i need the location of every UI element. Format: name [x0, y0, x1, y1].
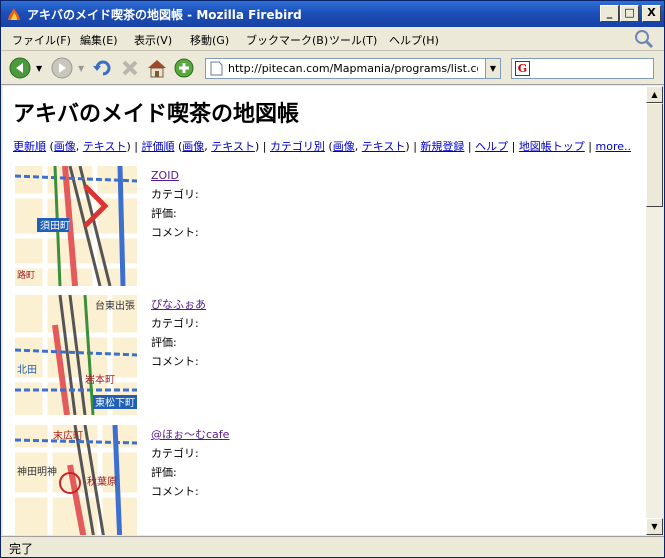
sort-rating-text-link[interactable]: テキスト — [211, 140, 255, 153]
entry-name-link[interactable]: ぴなふぉあ — [151, 298, 206, 311]
menu-bookmarks[interactable]: ブックマーク(B) — [246, 32, 328, 48]
reload-icon[interactable] — [92, 57, 114, 79]
add-bookmark-icon[interactable] — [173, 57, 195, 79]
nav-separator: ) | — [405, 140, 421, 153]
nav-separator: | — [584, 140, 596, 153]
comment-label: コメント: — [151, 226, 199, 239]
back-dropdown-icon[interactable]: ▼ — [36, 64, 42, 73]
nav-separator: ( — [46, 140, 54, 153]
status-bar: 完了 — [1, 536, 664, 557]
map-label: 東松下町 — [95, 396, 135, 409]
more-link[interactable]: more.. — [596, 140, 632, 153]
address-bar[interactable]: ▼ — [205, 58, 501, 79]
scrollbar-thumb[interactable] — [646, 103, 663, 207]
minimize-button[interactable]: _ — [600, 5, 619, 22]
sort-new-text-link[interactable]: テキスト — [83, 140, 127, 153]
back-icon[interactable] — [9, 57, 31, 79]
help-link[interactable]: ヘルプ — [475, 140, 508, 153]
rating-label: 評価: — [151, 466, 177, 479]
entry-info: @ほぉ〜むcafe カテゴリ: 評価: コメント: — [151, 425, 451, 501]
maximize-button[interactable]: □ — [620, 5, 639, 22]
forward-icon[interactable] — [51, 57, 73, 79]
title-bar[interactable]: アキバのメイド喫茶の地図帳 - Mozilla Firebird _ □ X — [1, 1, 664, 27]
entry-info: ZOID カテゴリ: 評価: コメント: — [151, 166, 451, 242]
google-search-icon[interactable]: G — [515, 61, 530, 76]
page-title: アキバのメイド喫茶の地図帳 — [13, 102, 300, 127]
register-link[interactable]: 新規登録 — [420, 140, 464, 153]
throbber-icon — [635, 30, 654, 49]
home-icon[interactable] — [146, 57, 168, 79]
nav-separator: | — [464, 140, 476, 153]
menu-tools[interactable]: ツール(T) — [329, 32, 377, 48]
rating-label: 評価: — [151, 336, 177, 349]
menu-go[interactable]: 移動(G) — [190, 32, 229, 48]
map-label: 秋葉原 — [87, 475, 117, 488]
map-label: 台東出張 — [95, 299, 135, 312]
map-label: 須田町 — [40, 220, 70, 232]
rating-label: 評価: — [151, 207, 177, 220]
page-content: アキバのメイド喫茶の地図帳 更新順 (画像, テキスト) | 評価順 (画像, … — [3, 86, 646, 535]
top-link[interactable]: 地図帳トップ — [519, 140, 585, 153]
vertical-scrollbar[interactable]: ▲ ▼ — [646, 86, 663, 535]
by-category-link[interactable]: カテゴリ別 — [270, 140, 325, 153]
window-title: アキバのメイド喫茶の地図帳 - Mozilla Firebird — [27, 8, 302, 22]
map-label: 北田 — [17, 364, 37, 376]
comment-label: コメント: — [151, 355, 199, 368]
entry-info: ぴなふぉあ カテゴリ: 評価: コメント: — [151, 295, 451, 371]
nav-separator: ) | — [126, 140, 142, 153]
nav-separator: , — [75, 140, 83, 153]
map-thumbnail[interactable]: 須田町 路町 — [15, 166, 137, 286]
navigation-toolbar: ▼ ▼ ▼ G — [1, 51, 664, 85]
menu-file[interactable]: ファイル(F) — [12, 32, 71, 48]
map-thumbnail[interactable]: 末広町 神田明神 秋葉原 — [15, 425, 137, 535]
nav-separator: | — [508, 140, 519, 153]
firebird-icon — [8, 8, 20, 20]
nav-separator: ) | — [254, 140, 270, 153]
map-thumbnail[interactable]: 台東出張 岩本町 東松下町 北田 — [15, 295, 137, 415]
entry-name-link[interactable]: @ほぉ〜むcafe — [151, 428, 229, 441]
category-label: カテゴリ: — [151, 317, 199, 330]
nav-separator: ( — [324, 140, 333, 153]
menu-view[interactable]: 表示(V) — [134, 32, 172, 48]
url-dropdown-icon[interactable]: ▼ — [485, 59, 500, 78]
by-category-image-link[interactable]: 画像 — [333, 140, 355, 153]
page-icon — [210, 61, 223, 76]
nav-separator: , — [354, 140, 362, 153]
map-label: 末広町 — [53, 429, 83, 442]
menu-bar: ファイル(F) 編集(E) 表示(V) 移動(G) ブックマーク(B) ツール(… — [1, 27, 664, 51]
menu-edit[interactable]: 編集(E) — [80, 32, 118, 48]
browser-window: アキバのメイド喫茶の地図帳 - Mozilla Firebird _ □ X フ… — [0, 0, 665, 558]
status-text: 完了 — [9, 542, 34, 556]
map-label: 神田明神 — [17, 465, 57, 478]
sort-new-link[interactable]: 更新順 — [13, 140, 46, 153]
sort-rating-image-link[interactable]: 画像 — [182, 140, 204, 153]
menu-help[interactable]: ヘルプ(H) — [389, 32, 439, 48]
search-bar[interactable]: G — [511, 58, 654, 79]
scroll-down-icon[interactable]: ▼ — [646, 518, 663, 535]
comment-label: コメント: — [151, 485, 199, 498]
map-label: 岩本町 — [85, 373, 115, 386]
entry-name-link[interactable]: ZOID — [151, 169, 179, 182]
nav-links: 更新順 (画像, テキスト) | 評価順 (画像, テキスト) | カテゴリ別 … — [13, 138, 631, 154]
sort-rating-link[interactable]: 評価順 — [141, 140, 174, 153]
category-label: カテゴリ: — [151, 447, 199, 460]
category-label: カテゴリ: — [151, 188, 199, 201]
scroll-up-icon[interactable]: ▲ — [646, 86, 663, 103]
map-label: 路町 — [17, 269, 35, 281]
url-input[interactable] — [228, 60, 478, 77]
forward-dropdown-icon[interactable]: ▼ — [78, 64, 84, 73]
sort-new-image-link[interactable]: 画像 — [54, 140, 76, 153]
stop-icon[interactable] — [119, 57, 141, 79]
close-button[interactable]: X — [642, 5, 661, 22]
by-category-text-link[interactable]: テキスト — [362, 140, 406, 153]
